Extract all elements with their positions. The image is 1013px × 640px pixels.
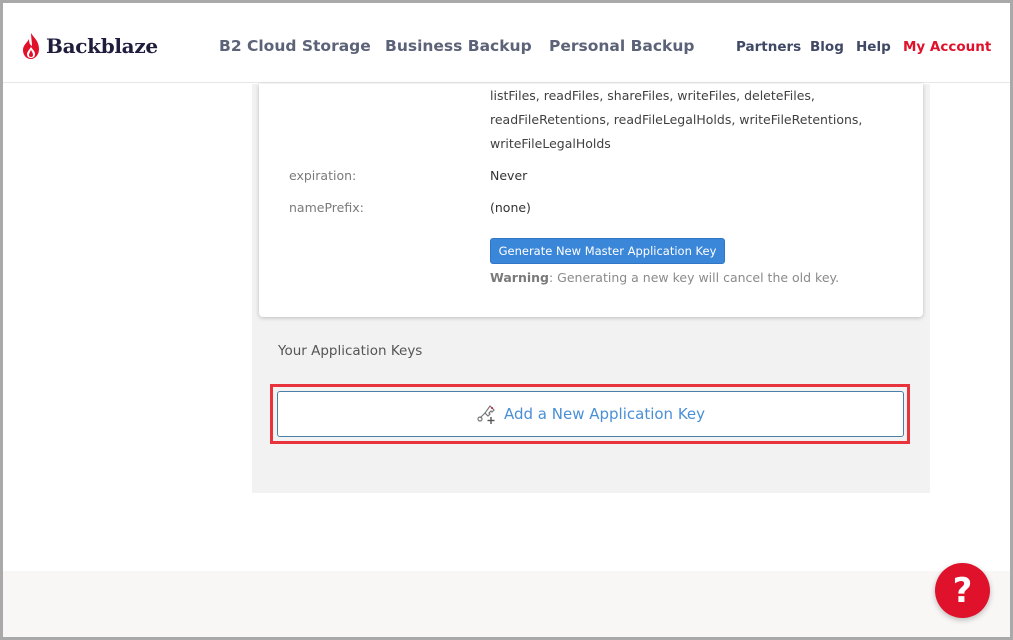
nav-personal-backup[interactable]: Personal Backup [549, 37, 695, 55]
name-prefix-label: namePrefix: [289, 200, 364, 215]
name-prefix-value: (none) [490, 200, 531, 215]
capabilities-line-3: writeFileLegalHolds [490, 136, 611, 151]
site-header: Backblaze B2 Cloud Storage Business Back… [3, 3, 1010, 83]
add-application-key-label: Add a New Application Key [503, 405, 706, 423]
warning-text: : Generating a new key will cancel the o… [548, 270, 840, 285]
warning-message: Warning: Generating a new key will cance… [490, 270, 839, 285]
nav-help[interactable]: Help [856, 39, 891, 55]
nav-business-backup[interactable]: Business Backup [385, 37, 532, 55]
page-footer [3, 571, 1010, 637]
key-add-icon [477, 405, 495, 424]
add-application-key-button[interactable]: Add a New Application Key [277, 391, 904, 437]
warning-label: Warning [490, 270, 549, 285]
backblaze-logo[interactable]: Backblaze [21, 30, 158, 62]
capabilities-line-2: readFileRetentions, readFileLegalHolds, … [490, 112, 863, 127]
nav-my-account[interactable]: My Account [903, 39, 991, 55]
app-keys-title: Your Application Keys [278, 343, 423, 359]
expiration-label: expiration: [289, 168, 357, 183]
expiration-value: Never [490, 168, 528, 183]
generate-master-key-button[interactable]: Generate New Master Application Key [490, 238, 725, 264]
nav-blog[interactable]: Blog [810, 39, 844, 55]
help-question-button[interactable]: ? [935, 563, 990, 618]
logo-text: Backblaze [46, 34, 158, 58]
nav-partners[interactable]: Partners [736, 39, 801, 55]
nav-b2-cloud-storage[interactable]: B2 Cloud Storage [219, 37, 371, 55]
capabilities-line-1: listFiles, readFiles, shareFiles, writeF… [490, 88, 815, 103]
flame-icon [23, 33, 39, 59]
